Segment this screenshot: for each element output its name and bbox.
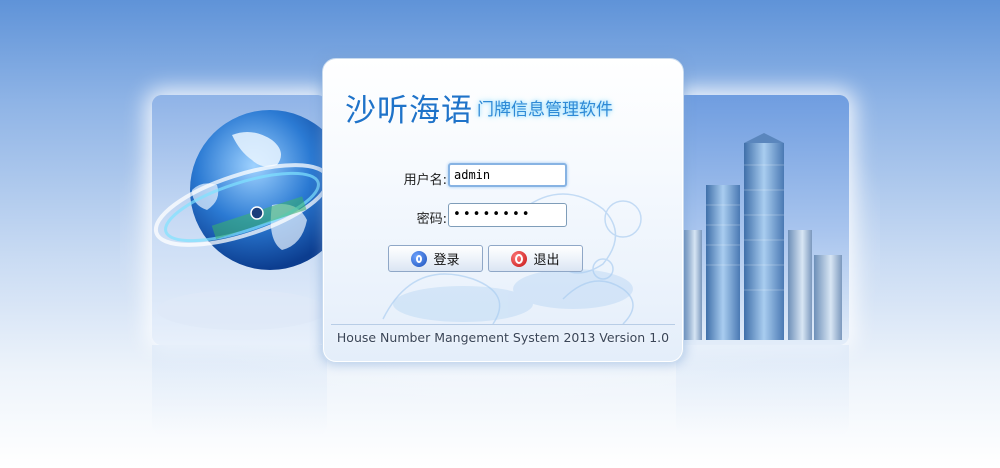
city-svg [684, 133, 842, 340]
app-title: 沙听海语 [345, 93, 473, 129]
globe-reflection [152, 345, 327, 435]
username-label: 用户名: [403, 173, 447, 188]
city-skyscrapers-illustration [676, 95, 849, 345]
app-subtitle: 门牌信息管理软件 [477, 100, 613, 120]
globe-illustration [152, 95, 327, 345]
exit-button-label: 退出 [533, 253, 560, 268]
login-panel: 沙听海语 门牌信息管理软件 用户名: admin 密码: •••••••• 登录… [322, 58, 684, 363]
globe-svg [153, 110, 327, 330]
footer-version-text: House Number Mangement System 2013 Versi… [336, 330, 670, 345]
exit-power-icon [511, 250, 528, 267]
login-power-icon [411, 250, 428, 267]
login-button-label: 登录 [433, 253, 460, 268]
password-input[interactable]: •••••••• [448, 203, 567, 227]
footer-divider [331, 324, 675, 325]
login-button[interactable]: 登录 [388, 245, 483, 272]
username-input[interactable]: admin [448, 163, 567, 187]
password-label: 密码: [416, 212, 447, 227]
city-reflection [676, 345, 849, 435]
exit-button[interactable]: 退出 [488, 245, 583, 272]
